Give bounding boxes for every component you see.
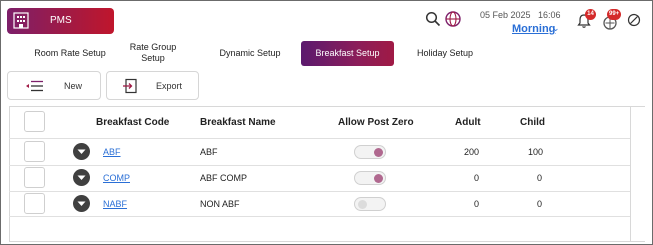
allow-post-zero-toggle[interactable] — [354, 197, 386, 211]
chevron-down-icon — [77, 201, 86, 206]
app-menu-button[interactable]: PMS — [7, 8, 114, 34]
chevron-down-icon — [77, 175, 86, 180]
toggle-knob — [374, 148, 383, 157]
breakfast-code-link[interactable]: COMP — [103, 173, 130, 183]
hotel-icon — [13, 12, 29, 29]
language-globe-icon[interactable] — [444, 10, 462, 28]
business-date: 05 Feb 2025 — [480, 10, 531, 20]
app-title: PMS — [50, 15, 72, 26]
row-checkbox[interactable] — [24, 167, 45, 188]
breakfast-code-link[interactable]: NABF — [103, 199, 127, 209]
chevron-down-icon[interactable]: ⌄ — [552, 23, 560, 34]
export-button[interactable]: Export — [106, 71, 199, 100]
add-list-icon — [26, 80, 43, 92]
tab-room-rate-setup[interactable]: Room Rate Setup — [20, 48, 120, 59]
new-button[interactable]: New — [7, 71, 101, 100]
tab-breakfast-setup[interactable]: Breakfast Setup — [301, 41, 394, 66]
notification-count-badge: 14 — [585, 9, 596, 20]
tab-dynamic-setup[interactable]: Dynamic Setup — [214, 48, 286, 59]
chevron-down-icon — [77, 149, 86, 154]
column-header-allow-post-zero[interactable]: Allow Post Zero — [338, 117, 414, 128]
breakfast-name: ABF — [200, 147, 218, 157]
row-separator — [9, 165, 630, 166]
message-count-badge: 99+ — [607, 9, 622, 20]
breakfast-name: ABF COMP — [200, 173, 248, 183]
row-separator — [9, 216, 630, 217]
shift-dropdown[interactable]: Morning — [512, 23, 555, 35]
current-time: 16:06 — [538, 10, 561, 20]
row-checkbox[interactable] — [24, 193, 45, 214]
row-separator — [9, 191, 630, 192]
adult-value: 0 — [474, 173, 480, 183]
export-icon — [123, 78, 137, 94]
select-all-checkbox[interactable] — [24, 111, 45, 132]
column-header-adult[interactable]: Adult — [455, 117, 481, 128]
expand-row-button[interactable] — [73, 195, 90, 212]
column-header-breakfast-code[interactable]: Breakfast Code — [96, 117, 169, 128]
allow-post-zero-toggle[interactable] — [354, 171, 386, 185]
tab-holiday-setup[interactable]: Holiday Setup — [412, 48, 478, 59]
export-button-label: Export — [156, 81, 183, 91]
search-icon[interactable] — [425, 11, 441, 27]
child-value: 0 — [537, 173, 543, 183]
toggle-knob — [358, 200, 367, 209]
tab-rate-group-setup[interactable]: Rate Group Setup — [124, 42, 182, 64]
breakfast-name: NON ABF — [200, 199, 240, 209]
row-checkbox[interactable] — [24, 141, 45, 162]
child-value: 0 — [537, 199, 543, 209]
header-separator — [9, 138, 630, 139]
allow-post-zero-toggle[interactable] — [354, 145, 386, 159]
adult-value: 0 — [474, 199, 480, 209]
expand-row-button[interactable] — [73, 143, 90, 160]
table-divider — [630, 106, 631, 242]
column-header-child[interactable]: Child — [520, 117, 545, 128]
adult-value: 200 — [464, 147, 480, 157]
power-icon[interactable] — [627, 13, 641, 27]
toggle-knob — [374, 174, 383, 183]
expand-row-button[interactable] — [73, 169, 90, 186]
column-header-breakfast-name[interactable]: Breakfast Name — [200, 117, 276, 128]
child-value: 100 — [528, 147, 544, 157]
new-button-label: New — [64, 81, 83, 91]
breakfast-code-link[interactable]: ABF — [103, 147, 121, 157]
